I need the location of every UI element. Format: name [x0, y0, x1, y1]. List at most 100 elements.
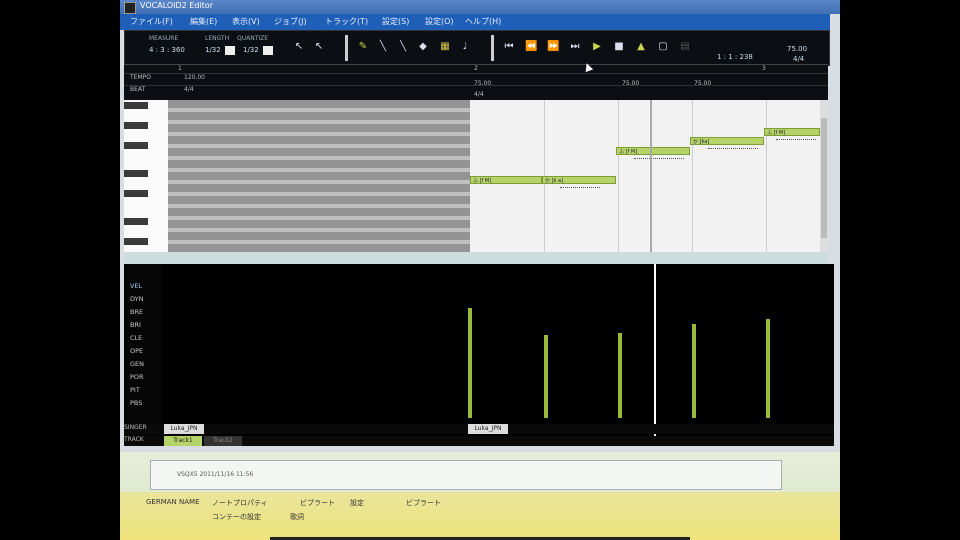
grid-line: [766, 100, 767, 252]
velocity-bar[interactable]: [766, 319, 770, 418]
help-item[interactable]: ビブラート: [406, 498, 441, 508]
param-pit[interactable]: PIT: [130, 386, 140, 394]
menu-job[interactable]: ジョブ(J): [274, 16, 307, 27]
position-display: 1 : 1 : 238: [717, 53, 753, 61]
forward-icon[interactable]: ⏩: [547, 41, 559, 53]
vibrato-line: [634, 156, 684, 159]
velocity-bar[interactable]: [692, 324, 696, 418]
quantize-value[interactable]: 1/32: [243, 46, 259, 54]
singer-marker[interactable]: Luka_JPN: [468, 424, 508, 434]
back-icon[interactable]: ⏪: [525, 41, 537, 53]
line-icon[interactable]: ╲: [377, 41, 389, 53]
menu-edit[interactable]: 編集(E): [190, 16, 217, 27]
black-key[interactable]: [124, 142, 148, 149]
menu-help[interactable]: ヘルプ(H): [465, 16, 501, 27]
param-bri[interactable]: BRI: [130, 321, 141, 329]
tab-track2[interactable]: Track2: [204, 436, 242, 446]
arrow-select-icon[interactable]: ↖: [313, 41, 325, 53]
menu-settings[interactable]: 設定(S): [382, 16, 409, 27]
loop-icon[interactable]: ▢: [657, 41, 669, 53]
quantize-label: QUANTIZE: [237, 35, 269, 42]
help-item[interactable]: ビブラート: [300, 498, 335, 508]
timeline-ruler[interactable]: 1 2 3 TEMPO BEAT 120.00 75.00 75.00 75.0…: [124, 64, 828, 101]
vibrato-line: [560, 185, 600, 188]
param-ope[interactable]: OPE: [130, 347, 143, 355]
help-item[interactable]: コンテーの設定: [212, 512, 261, 522]
param-pbs[interactable]: PBS: [130, 399, 142, 407]
rewind-icon[interactable]: ⏮: [503, 41, 515, 53]
black-key[interactable]: [124, 102, 148, 109]
control-track[interactable]: VEL DYN BRE BRI CLE OPE GEN POR PIT PBS: [124, 264, 834, 440]
stop-icon[interactable]: ■: [613, 41, 625, 53]
black-key[interactable]: [124, 122, 148, 129]
note[interactable]: ふ [f M]: [470, 176, 542, 184]
note[interactable]: ふ [f M]: [764, 128, 820, 136]
param-cle[interactable]: CLE: [130, 334, 142, 342]
tempo-marker[interactable]: 75.00: [474, 80, 491, 87]
play-icon[interactable]: ▶: [591, 41, 603, 53]
vibrato-line: [776, 137, 816, 140]
black-key[interactable]: [124, 218, 148, 225]
black-key[interactable]: [124, 238, 148, 245]
singer-marker[interactable]: Luka_JPN: [164, 424, 204, 434]
beat-marker[interactable]: 4/4: [474, 91, 484, 98]
param-dyn[interactable]: DYN: [130, 295, 143, 303]
line-icon[interactable]: ╲: [397, 41, 409, 53]
title-bar: VOCALOID2 Editor: [120, 0, 840, 14]
velocity-bar[interactable]: [544, 335, 548, 418]
arrow-icon[interactable]: ↖: [293, 41, 305, 53]
black-key[interactable]: [124, 190, 148, 197]
bar-number: 1: [178, 65, 182, 72]
measure-value: 4 : 3 : 360: [149, 46, 185, 54]
velocity-area[interactable]: [162, 264, 834, 440]
tempo-marker[interactable]: 120.00: [184, 74, 205, 81]
grid-icon[interactable]: ▦: [439, 41, 451, 53]
menu-file[interactable]: ファイル(F): [130, 16, 173, 27]
tab-track1[interactable]: Track1: [164, 436, 202, 446]
velocity-bar[interactable]: [468, 308, 472, 418]
note[interactable]: か [k a]: [542, 176, 616, 184]
record-icon[interactable]: ▲: [635, 41, 647, 53]
help-item[interactable]: GERMAN NAME: [146, 498, 200, 506]
param-por[interactable]: POR: [130, 373, 144, 381]
help-item[interactable]: ノートプロパティ: [212, 498, 268, 508]
vertical-scroll-thumb[interactable]: [821, 118, 827, 238]
measure-label: MEASURE: [149, 35, 179, 42]
end-icon[interactable]: ⏭: [569, 41, 581, 53]
length-value[interactable]: 1/32: [205, 46, 221, 54]
help-item[interactable]: 設定: [350, 498, 364, 508]
beat-label: BEAT: [130, 86, 146, 93]
metronome-icon[interactable]: ▤: [679, 41, 691, 53]
quantize-dropdown[interactable]: [263, 46, 273, 55]
piano-roll[interactable]: ふ [f M] か [k a] ふ [f M] か [ka] ふ [f M]: [124, 100, 828, 252]
notification-popup[interactable]: VSQX5 2011/11/16 11:56: [150, 460, 782, 490]
menu-track[interactable]: トラック(T): [325, 16, 368, 27]
beat-display: 4/4: [793, 55, 805, 63]
notification-text: VSQX5 2011/11/16 11:56: [177, 471, 254, 478]
beat-marker[interactable]: 4/4: [184, 86, 194, 93]
horizontal-scrollbar[interactable]: [124, 252, 828, 264]
eraser-icon[interactable]: ◆: [417, 41, 429, 53]
tempo-marker[interactable]: 75.00: [694, 80, 711, 87]
black-key[interactable]: [124, 170, 148, 177]
param-gen[interactable]: GEN: [130, 360, 144, 368]
grid-line: [618, 100, 619, 252]
menu-options[interactable]: 設定(O): [425, 16, 454, 27]
tempo-marker[interactable]: 75.00: [622, 80, 639, 87]
piano-keyboard[interactable]: [124, 100, 168, 252]
note[interactable]: か [ka]: [690, 137, 764, 145]
note[interactable]: ふ [f M]: [616, 147, 690, 155]
tempo-label: TEMPO: [130, 74, 151, 81]
param-bre[interactable]: BRE: [130, 308, 143, 316]
menu-view[interactable]: 表示(V): [232, 16, 260, 27]
track-label: TRACK: [124, 436, 144, 443]
note-icon[interactable]: ♩: [459, 41, 471, 53]
playhead-line: [654, 264, 656, 440]
playhead[interactable]: [650, 100, 652, 252]
velocity-bar[interactable]: [618, 333, 622, 418]
menu-bar: ファイル(F) 編集(E) 表示(V) ジョブ(J) トラック(T) 設定(S)…: [120, 14, 830, 30]
length-dropdown[interactable]: [225, 46, 235, 55]
param-vel[interactable]: VEL: [130, 282, 142, 290]
help-item[interactable]: 歌詞: [290, 512, 304, 522]
pencil-icon[interactable]: ✎: [357, 41, 369, 53]
